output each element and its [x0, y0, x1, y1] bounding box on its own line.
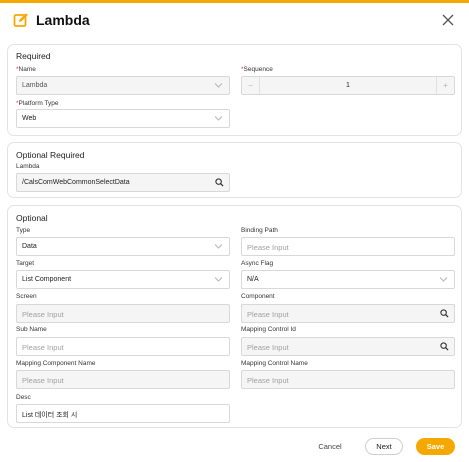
mapping-control-name-input[interactable]: Please Input — [241, 370, 455, 389]
lambda-search-field[interactable]: /CalsComWebCommonSelectData — [16, 173, 230, 192]
search-icon[interactable] — [440, 309, 449, 318]
name-select[interactable]: Lambda — [16, 76, 230, 95]
dialog-title: Lambda — [36, 12, 90, 28]
chevron-down-icon — [214, 83, 223, 88]
optional-section: Optional Type Data Binding Path Please I… — [7, 205, 462, 428]
optional-required-title: Optional Required — [16, 150, 85, 160]
component-placeholder: Please Input — [247, 310, 289, 319]
mapping-control-id-label: Mapping Control Id — [241, 326, 296, 333]
async-flag-value: N/A — [247, 276, 259, 283]
type-value: Data — [22, 243, 37, 250]
chevron-down-icon — [214, 116, 223, 121]
sub-name-input[interactable]: Please Input — [16, 337, 230, 356]
sub-name-placeholder: Please Input — [22, 343, 64, 352]
cancel-button[interactable]: Cancel — [309, 438, 351, 455]
decrement-button[interactable]: − — [242, 77, 260, 94]
mapping-control-id-search-field[interactable]: Please Input — [241, 337, 455, 356]
required-title: Required — [16, 51, 51, 61]
binding-path-placeholder: Please Input — [247, 243, 289, 252]
increment-button[interactable]: + — [436, 77, 454, 94]
mapping-component-name-input[interactable]: Please Input — [16, 370, 230, 389]
sequence-value: 1 — [346, 82, 350, 89]
save-button[interactable]: Save — [416, 438, 455, 455]
lambda-value: /CalsComWebCommonSelectData — [22, 179, 130, 186]
search-icon[interactable] — [440, 342, 449, 351]
screen-input[interactable]: Please Input — [16, 304, 230, 323]
lambda-label: Lambda — [16, 163, 40, 170]
dialog-header: Lambda — [0, 6, 469, 36]
binding-path-label: Binding Path — [241, 227, 278, 234]
required-section: Required *Name Lambda *Sequence − 1 + *P… — [7, 44, 462, 136]
screen-placeholder: Please Input — [22, 310, 64, 319]
desc-input[interactable]: List 데이터 조회 시 — [16, 404, 230, 423]
component-search-field[interactable]: Please Input — [241, 304, 455, 323]
sub-name-label: Sub Name — [16, 326, 47, 333]
mapping-control-name-placeholder: Please Input — [247, 376, 289, 385]
next-button[interactable]: Next — [365, 438, 403, 455]
sequence-label: *Sequence — [241, 66, 273, 73]
sequence-stepper[interactable]: − 1 + — [241, 76, 455, 95]
chevron-down-icon — [439, 277, 448, 282]
target-select[interactable]: List Component — [16, 270, 230, 289]
type-label: Type — [16, 227, 31, 234]
close-icon[interactable] — [440, 12, 456, 28]
mapping-component-name-placeholder: Please Input — [22, 376, 64, 385]
mapping-control-id-placeholder: Please Input — [247, 343, 289, 352]
mapping-component-name-label: Mapping Component Name — [16, 360, 96, 367]
platform-type-value: Web — [22, 115, 37, 122]
screen-label: Screen — [16, 293, 37, 300]
chevron-down-icon — [214, 277, 223, 282]
optional-title: Optional — [16, 213, 48, 223]
binding-path-input[interactable]: Please Input — [241, 237, 455, 256]
component-label: Component — [241, 293, 275, 300]
search-icon[interactable] — [215, 178, 224, 187]
desc-label: Desc — [16, 394, 31, 401]
desc-value: List 데이터 조회 시 — [22, 412, 78, 419]
chevron-down-icon — [214, 244, 223, 249]
type-select[interactable]: Data — [16, 237, 230, 256]
target-label: Target — [16, 260, 35, 267]
platform-type-label: *Platform Type — [16, 100, 59, 107]
name-label: *Name — [16, 66, 36, 73]
async-flag-label: Async Flag — [241, 260, 274, 267]
mapping-control-name-label: Mapping Control Name — [241, 360, 308, 367]
target-value: List Component — [22, 276, 72, 283]
lambda-dialog: Lambda Required *Name Lambda *Sequence −… — [0, 0, 469, 462]
platform-type-select[interactable]: Web — [16, 109, 230, 128]
name-value: Lambda — [22, 82, 48, 89]
async-flag-select[interactable]: N/A — [241, 270, 455, 289]
edit-icon — [13, 13, 28, 27]
optional-required-section: Optional Required Lambda /CalsComWebComm… — [7, 142, 462, 198]
